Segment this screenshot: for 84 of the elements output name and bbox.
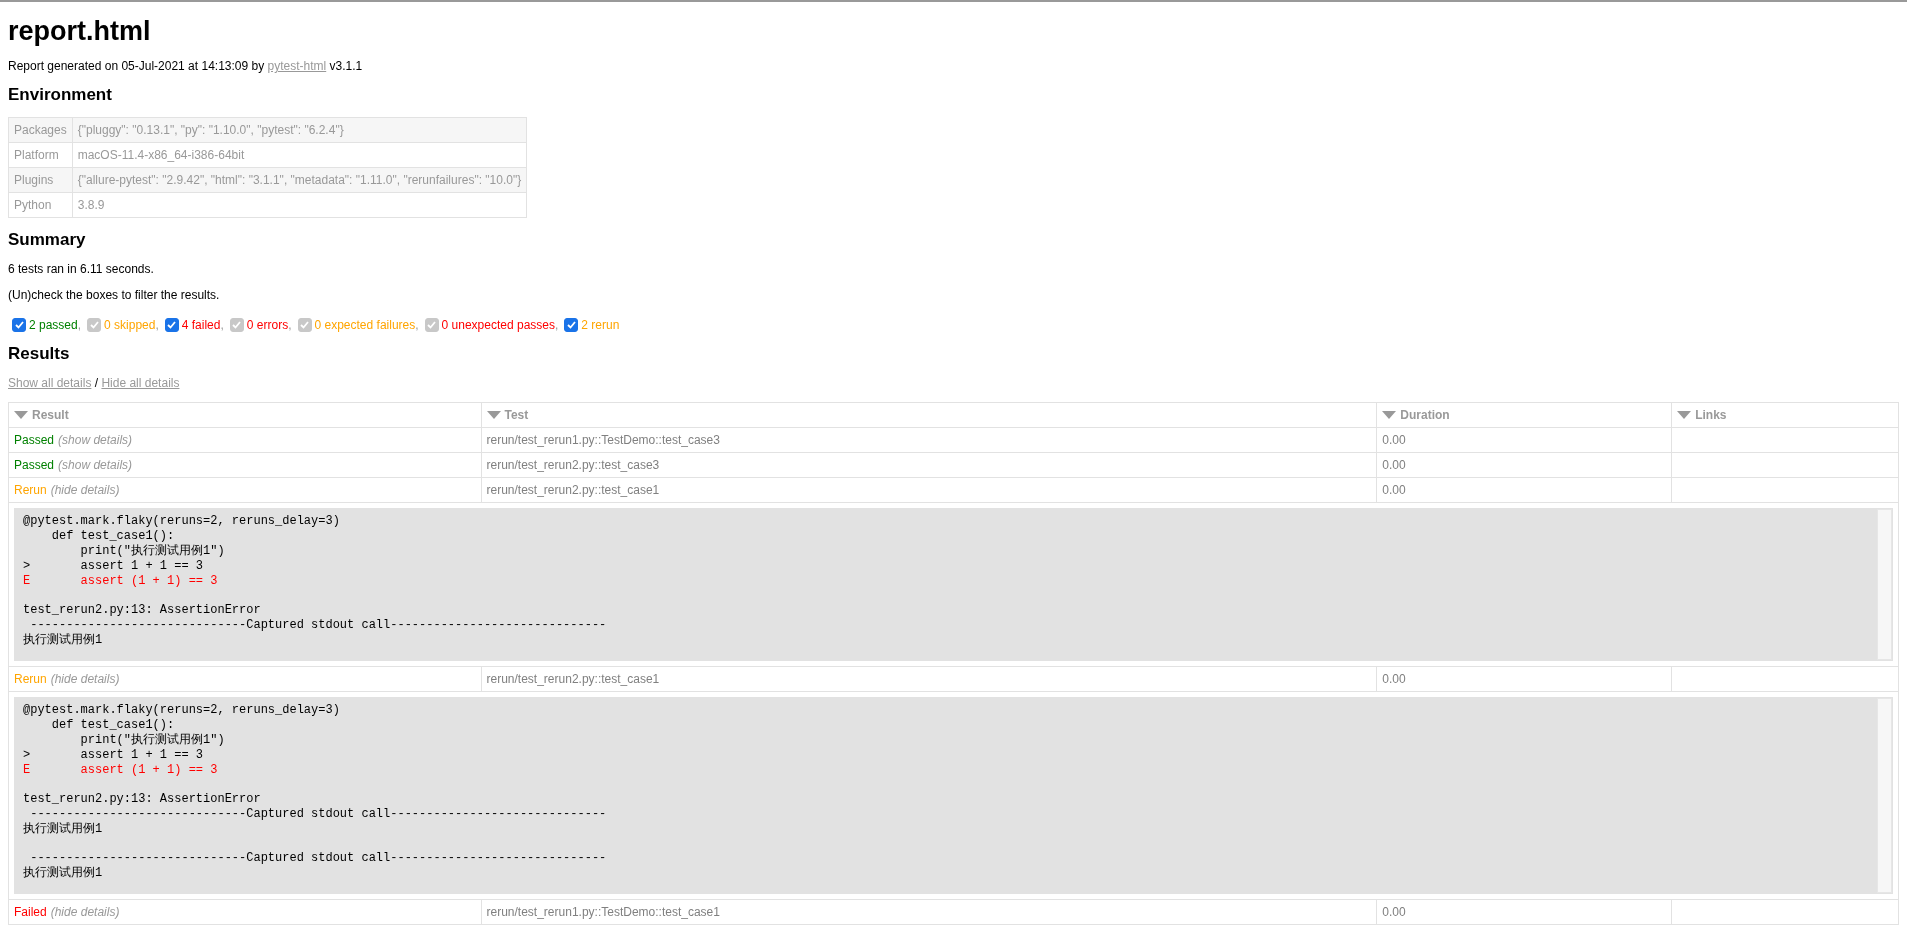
checkmark-icon [167, 321, 177, 329]
environment-key: Python [8, 192, 73, 218]
summary-heading: Summary [8, 230, 87, 250]
tests-ran-text: 6 tests ran in 6.11 seconds. [8, 262, 155, 276]
log-line: print("执行测试用例1") [79, 544, 226, 559]
log-line: print("执行测试用例1") [79, 733, 226, 748]
filter-label: 2 passed [29, 318, 78, 332]
checkmark-icon [232, 321, 242, 329]
column-header[interactable]: Result [8, 402, 481, 428]
pytest-html-link[interactable]: pytest-html [267, 59, 327, 73]
checkmark-icon [427, 321, 437, 329]
log-line: ------------------------------Captured stdout call------------------------------ [29, 618, 608, 633]
test-name-cell: rerun/test_rerun1.py::TestDemo::test_case3 [481, 427, 1377, 453]
environment-key: Plugins [8, 167, 73, 193]
page-title: report.html [8, 16, 152, 47]
sort-triangle-icon [14, 411, 28, 419]
column-header[interactable]: Test [481, 402, 1377, 428]
filter-hint-text: (Un)check the boxes to filter the results. [8, 288, 221, 302]
log-line: > assert 1 + 1 == 3 [23, 559, 205, 574]
separator-slash: / [93, 376, 100, 390]
log-line: > assert 1 + 1 == 3 [23, 748, 205, 763]
hide-all-details-link[interactable]: Hide all details [101, 376, 180, 390]
show-all-details-link[interactable]: Show all details [8, 376, 92, 390]
comma: , [288, 318, 292, 332]
comma: , [77, 318, 82, 332]
log-line: test_rerun2.py:13: AssertionError [23, 603, 262, 618]
duration-cell: 0.00 [1376, 666, 1672, 692]
result-status: Passed [14, 433, 55, 447]
result-status: Rerun [14, 672, 47, 686]
filter-checkbox[interactable] [564, 318, 579, 332]
result-status: Passed [14, 458, 55, 472]
checkmark-icon [89, 321, 99, 329]
environment-heading: Environment [8, 85, 113, 105]
comma: , [555, 318, 559, 332]
environment-value: {"allure-pytest": "2.9.42", "html": "3.1.1", "metadata": "1.11.0", "rerunfailures": "10.0"} [72, 167, 527, 193]
log-line: 执行测试用例1 [23, 633, 104, 648]
test-name-cell: rerun/test_rerun2.py::test_case3 [481, 452, 1377, 478]
comma: , [155, 318, 159, 332]
sort-triangle-icon [486, 411, 501, 419]
report-generated-text: Report generated on 05-Jul-2021 at 14:13:09 by pytest-html v3.1.1 [8, 59, 364, 73]
details-toggle[interactable]: (show details) [58, 433, 133, 447]
environment-value: {"pluggy": "0.13.1", "py": "1.10.0", "pytest": "6.2.4"} [72, 117, 527, 143]
sort-triangle-icon [1382, 411, 1397, 419]
column-header[interactable]: Links [1671, 402, 1899, 428]
comma: , [415, 318, 419, 332]
environment-key: Packages [8, 117, 73, 143]
environment-key: Platform [8, 142, 73, 168]
filter-label: 2 rerun [581, 318, 620, 332]
filter-checkbox[interactable] [164, 318, 179, 332]
duration-cell: 0.00 [1376, 452, 1672, 478]
log-line: ------------------------------Captured stdout call------------------------------ [29, 807, 608, 822]
results-heading: Results [8, 344, 71, 364]
log-line: ------------------------------Captured stdout call------------------------------ [29, 851, 608, 866]
log-line: E assert (1 + 1) == 3 [23, 763, 219, 778]
checkmark-icon [300, 321, 309, 329]
details-toggle[interactable]: (hide details) [50, 672, 120, 686]
result-status: Failed [14, 905, 47, 919]
log-line: 执行测试用例1 [23, 866, 104, 881]
log-line: E assert (1 + 1) == 3 [23, 574, 219, 589]
log-line: @pytest.mark.flaky(reruns=2, reruns_delay=3) [23, 514, 341, 529]
checkmark-icon [14, 321, 24, 329]
environment-value: 3.8.9 [72, 192, 527, 218]
log-line: def test_case1(): [50, 529, 176, 544]
test-name-cell: rerun/test_rerun1.py::TestDemo::test_case1 [481, 899, 1377, 925]
test-name-cell: rerun/test_rerun2.py::test_case1 [481, 477, 1377, 503]
filter-label: 0 unexpected passes [441, 318, 555, 332]
checkmark-icon [566, 321, 576, 329]
comma: , [220, 318, 224, 332]
log-line: def test_case1(): [50, 718, 176, 733]
filter-checkbox[interactable] [12, 318, 26, 332]
sort-triangle-icon [1677, 411, 1692, 419]
result-status: Rerun [14, 483, 47, 497]
duration-cell: 0.00 [1376, 477, 1672, 503]
duration-cell: 0.00 [1376, 427, 1672, 453]
log-line: @pytest.mark.flaky(reruns=2, reruns_delay=3) [23, 703, 341, 718]
column-header[interactable]: Duration [1376, 402, 1672, 428]
log-line: test_rerun2.py:13: AssertionError [23, 792, 262, 807]
duration-cell: 0.00 [1376, 899, 1672, 925]
environment-value: macOS-11.4-x86_64-i386-64bit [72, 142, 527, 168]
details-toggle[interactable]: (hide details) [50, 483, 120, 497]
details-toggle[interactable]: (hide details) [50, 905, 120, 919]
log-line: 执行测试用例1 [23, 822, 104, 837]
details-toggle[interactable]: (show details) [58, 458, 133, 472]
test-name-cell: rerun/test_rerun2.py::test_case1 [481, 666, 1377, 692]
